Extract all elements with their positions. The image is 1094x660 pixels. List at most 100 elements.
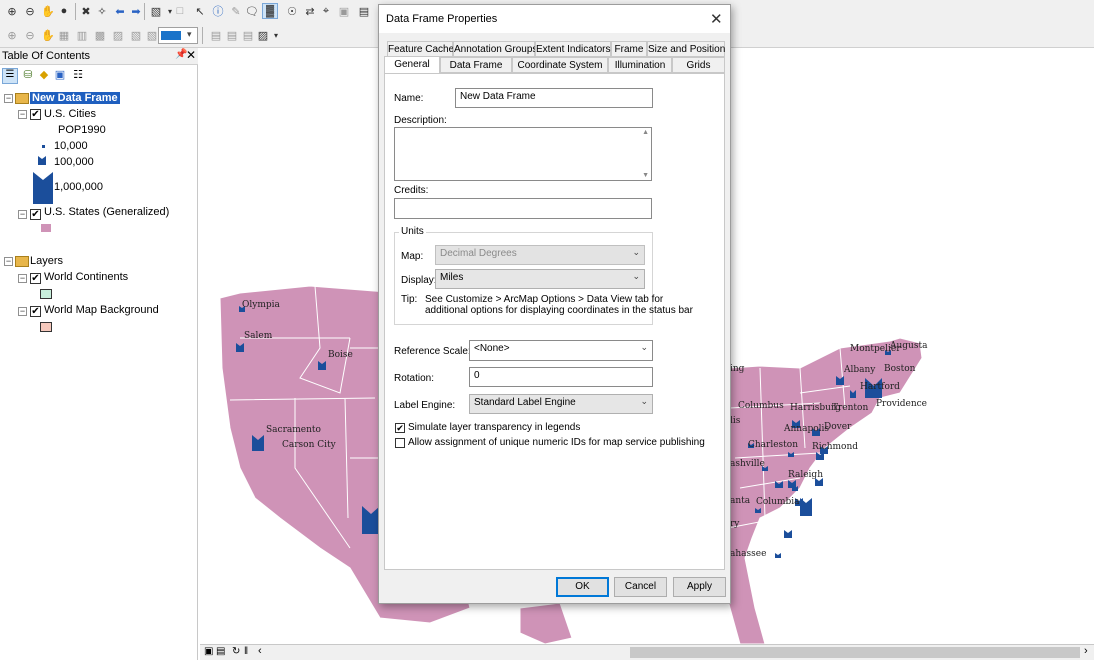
tab-extent-indicators[interactable]: Extent Indicators <box>535 41 611 57</box>
apply-button[interactable]: Apply <box>673 577 726 597</box>
city-label: Sacramento <box>266 425 321 435</box>
display-units-value: Miles <box>440 272 464 283</box>
tab-size-and-position[interactable]: Size and Position <box>647 41 725 57</box>
list-by-selection-icon[interactable]: ▣ <box>52 68 68 84</box>
layer-name-cities[interactable]: U.S. Cities <box>44 108 96 120</box>
zoom-layout-icon[interactable]: ▨ <box>110 27 126 43</box>
zoom-100-icon[interactable]: ▥ <box>74 27 90 43</box>
data-view-icon[interactable]: ▣ <box>204 646 213 657</box>
layer-visibility-checkbox[interactable]: ✔ <box>30 209 41 220</box>
layout-zoom-out-icon[interactable]: ⊖ <box>22 27 38 43</box>
scroll-down-icon[interactable]: ▼ <box>642 172 649 179</box>
pan-icon[interactable]: ✋ <box>40 3 56 19</box>
collapse-icon[interactable]: − <box>4 94 13 103</box>
tab-data-frame[interactable]: Data Frame <box>440 57 512 73</box>
pause-drawing-icon[interactable]: ‖ <box>244 646 248 657</box>
description-field[interactable]: ▲ ▼ <box>394 127 652 181</box>
layer-name-states[interactable]: U.S. States (Generalized) <box>44 206 169 218</box>
scroll-left-icon[interactable]: ‹ <box>258 645 262 657</box>
collapse-icon[interactable]: − <box>18 110 27 119</box>
layer-visibility-checkbox[interactable]: ✔ <box>30 109 41 120</box>
tip-label: Tip: <box>401 294 418 305</box>
layer-visibility-checkbox[interactable]: ✔ <box>30 306 41 317</box>
go-back-icon[interactable]: ▧ <box>128 27 144 43</box>
close-icon[interactable]: ✕ <box>710 10 723 28</box>
identify-icon[interactable]: ⓘ <box>210 3 226 19</box>
layer-name-continents[interactable]: World Continents <box>44 271 128 283</box>
fixed-zoom-out-icon[interactable]: ✧ <box>94 3 110 19</box>
collapse-icon[interactable]: − <box>18 274 27 283</box>
measure-icon[interactable]: ▓ <box>262 3 278 19</box>
collapse-icon[interactable]: − <box>4 257 13 266</box>
cancel-button[interactable]: Cancel <box>614 577 667 597</box>
layout-zoom-in-icon[interactable]: ⊕ <box>4 27 20 43</box>
horizontal-scrollbar[interactable] <box>630 647 1080 658</box>
layer-visibility-checkbox[interactable]: ✔ <box>30 273 41 284</box>
tab-coordinate-system[interactable]: Coordinate System <box>512 57 608 73</box>
layout-view-icon[interactable]: ▤ <box>216 646 225 657</box>
time-slider-icon[interactable]: ▣ <box>336 3 352 19</box>
reference-scale-combo[interactable]: <None> ⌄ <box>469 340 653 361</box>
tab-annotation-groups[interactable]: Annotation Groups <box>453 41 537 57</box>
find-icon[interactable]: ☉ <box>284 3 300 19</box>
map-units-value: Decimal Degrees <box>440 248 517 259</box>
layer-name-background[interactable]: World Map Background <box>44 304 159 316</box>
chevron-down-icon: ⌄ <box>632 247 640 257</box>
list-by-drawing-order-icon[interactable]: ☰ <box>2 68 18 84</box>
ok-button[interactable]: OK <box>556 577 609 597</box>
unique-ids-checkbox[interactable] <box>395 438 405 448</box>
toggle-draft-icon[interactable]: ▤ <box>208 27 224 43</box>
data-frame-name-layers[interactable]: Layers <box>30 255 63 267</box>
tab-feature-cache[interactable]: Feature Cache <box>387 41 454 57</box>
fixed-zoom-icon[interactable]: ▩ <box>92 27 108 43</box>
collapse-icon[interactable]: − <box>18 307 27 316</box>
collapse-icon[interactable]: − <box>18 210 27 219</box>
credits-field[interactable] <box>394 198 652 219</box>
city-label: Trenton <box>832 403 868 413</box>
zoom-in-icon[interactable]: ⊕ <box>4 3 20 19</box>
toc-title: Table Of Contents <box>2 50 91 62</box>
tab-grids[interactable]: Grids <box>672 57 725 73</box>
clear-selection-icon[interactable]: □ <box>172 3 188 19</box>
dialog-title: Data Frame Properties <box>386 13 498 25</box>
data-frame-name[interactable]: New Data Frame <box>30 92 120 104</box>
name-field[interactable]: New Data Frame <box>455 88 653 108</box>
tab-illumination[interactable]: Illumination <box>608 57 672 73</box>
tab-general[interactable]: General <box>384 56 440 74</box>
fixed-zoom-in-icon[interactable]: ✖ <box>78 3 94 19</box>
close-icon[interactable]: ✕ <box>186 48 196 62</box>
dialog-titlebar: Data Frame Properties ✕ <box>379 5 730 33</box>
city-label: Hartford <box>860 382 900 392</box>
scroll-up-icon[interactable]: ▲ <box>642 129 649 136</box>
go-to-xy-icon[interactable]: ⌖ <box>318 3 334 19</box>
map-units-select: Decimal Degrees ⌄ <box>435 245 645 265</box>
list-by-visibility-icon[interactable]: ◆ <box>36 68 52 84</box>
dropdown-arrow-icon[interactable]: ▾ <box>268 27 284 43</box>
layout-pan-icon[interactable]: ✋ <box>40 27 56 43</box>
select-elements-icon[interactable]: ↖ <box>192 3 208 19</box>
legend-symbol-large <box>33 172 53 204</box>
focus-data-frame-icon[interactable]: ▤ <box>224 27 240 43</box>
zoom-whole-page-icon[interactable]: ▦ <box>56 27 72 43</box>
html-popup-icon[interactable]: 🗨 <box>244 3 260 19</box>
change-layout-icon[interactable]: ▤ <box>240 27 256 43</box>
create-viewer-icon[interactable]: ▤ <box>356 3 372 19</box>
zoom-level-combo[interactable]: ▾ <box>158 27 198 44</box>
options-icon[interactable]: ☷ <box>70 68 86 84</box>
label-engine-select[interactable]: Standard Label Engine ⌄ <box>469 394 653 414</box>
forward-extent-icon[interactable]: ➡ <box>128 3 144 19</box>
full-extent-icon[interactable]: ● <box>56 3 72 19</box>
zoom-out-icon[interactable]: ⊖ <box>22 3 38 19</box>
display-units-select[interactable]: Miles ⌄ <box>435 269 645 289</box>
list-by-source-icon[interactable]: ⛁ <box>20 68 36 84</box>
edit-pencil-icon[interactable]: ✎ <box>228 3 244 19</box>
tab-frame[interactable]: Frame <box>611 41 647 57</box>
simulate-transparency-checkbox[interactable]: ✔ <box>395 423 405 433</box>
refresh-icon[interactable]: ↻ <box>232 646 240 657</box>
find-route-icon[interactable]: ⇄ <box>302 3 318 19</box>
back-extent-icon[interactable]: ⬅ <box>112 3 128 19</box>
legend-label-medium: 100,000 <box>54 156 94 168</box>
legend-swatch-states <box>41 224 51 232</box>
scroll-right-icon[interactable]: › <box>1084 645 1088 657</box>
rotation-field[interactable]: 0 <box>469 367 653 387</box>
